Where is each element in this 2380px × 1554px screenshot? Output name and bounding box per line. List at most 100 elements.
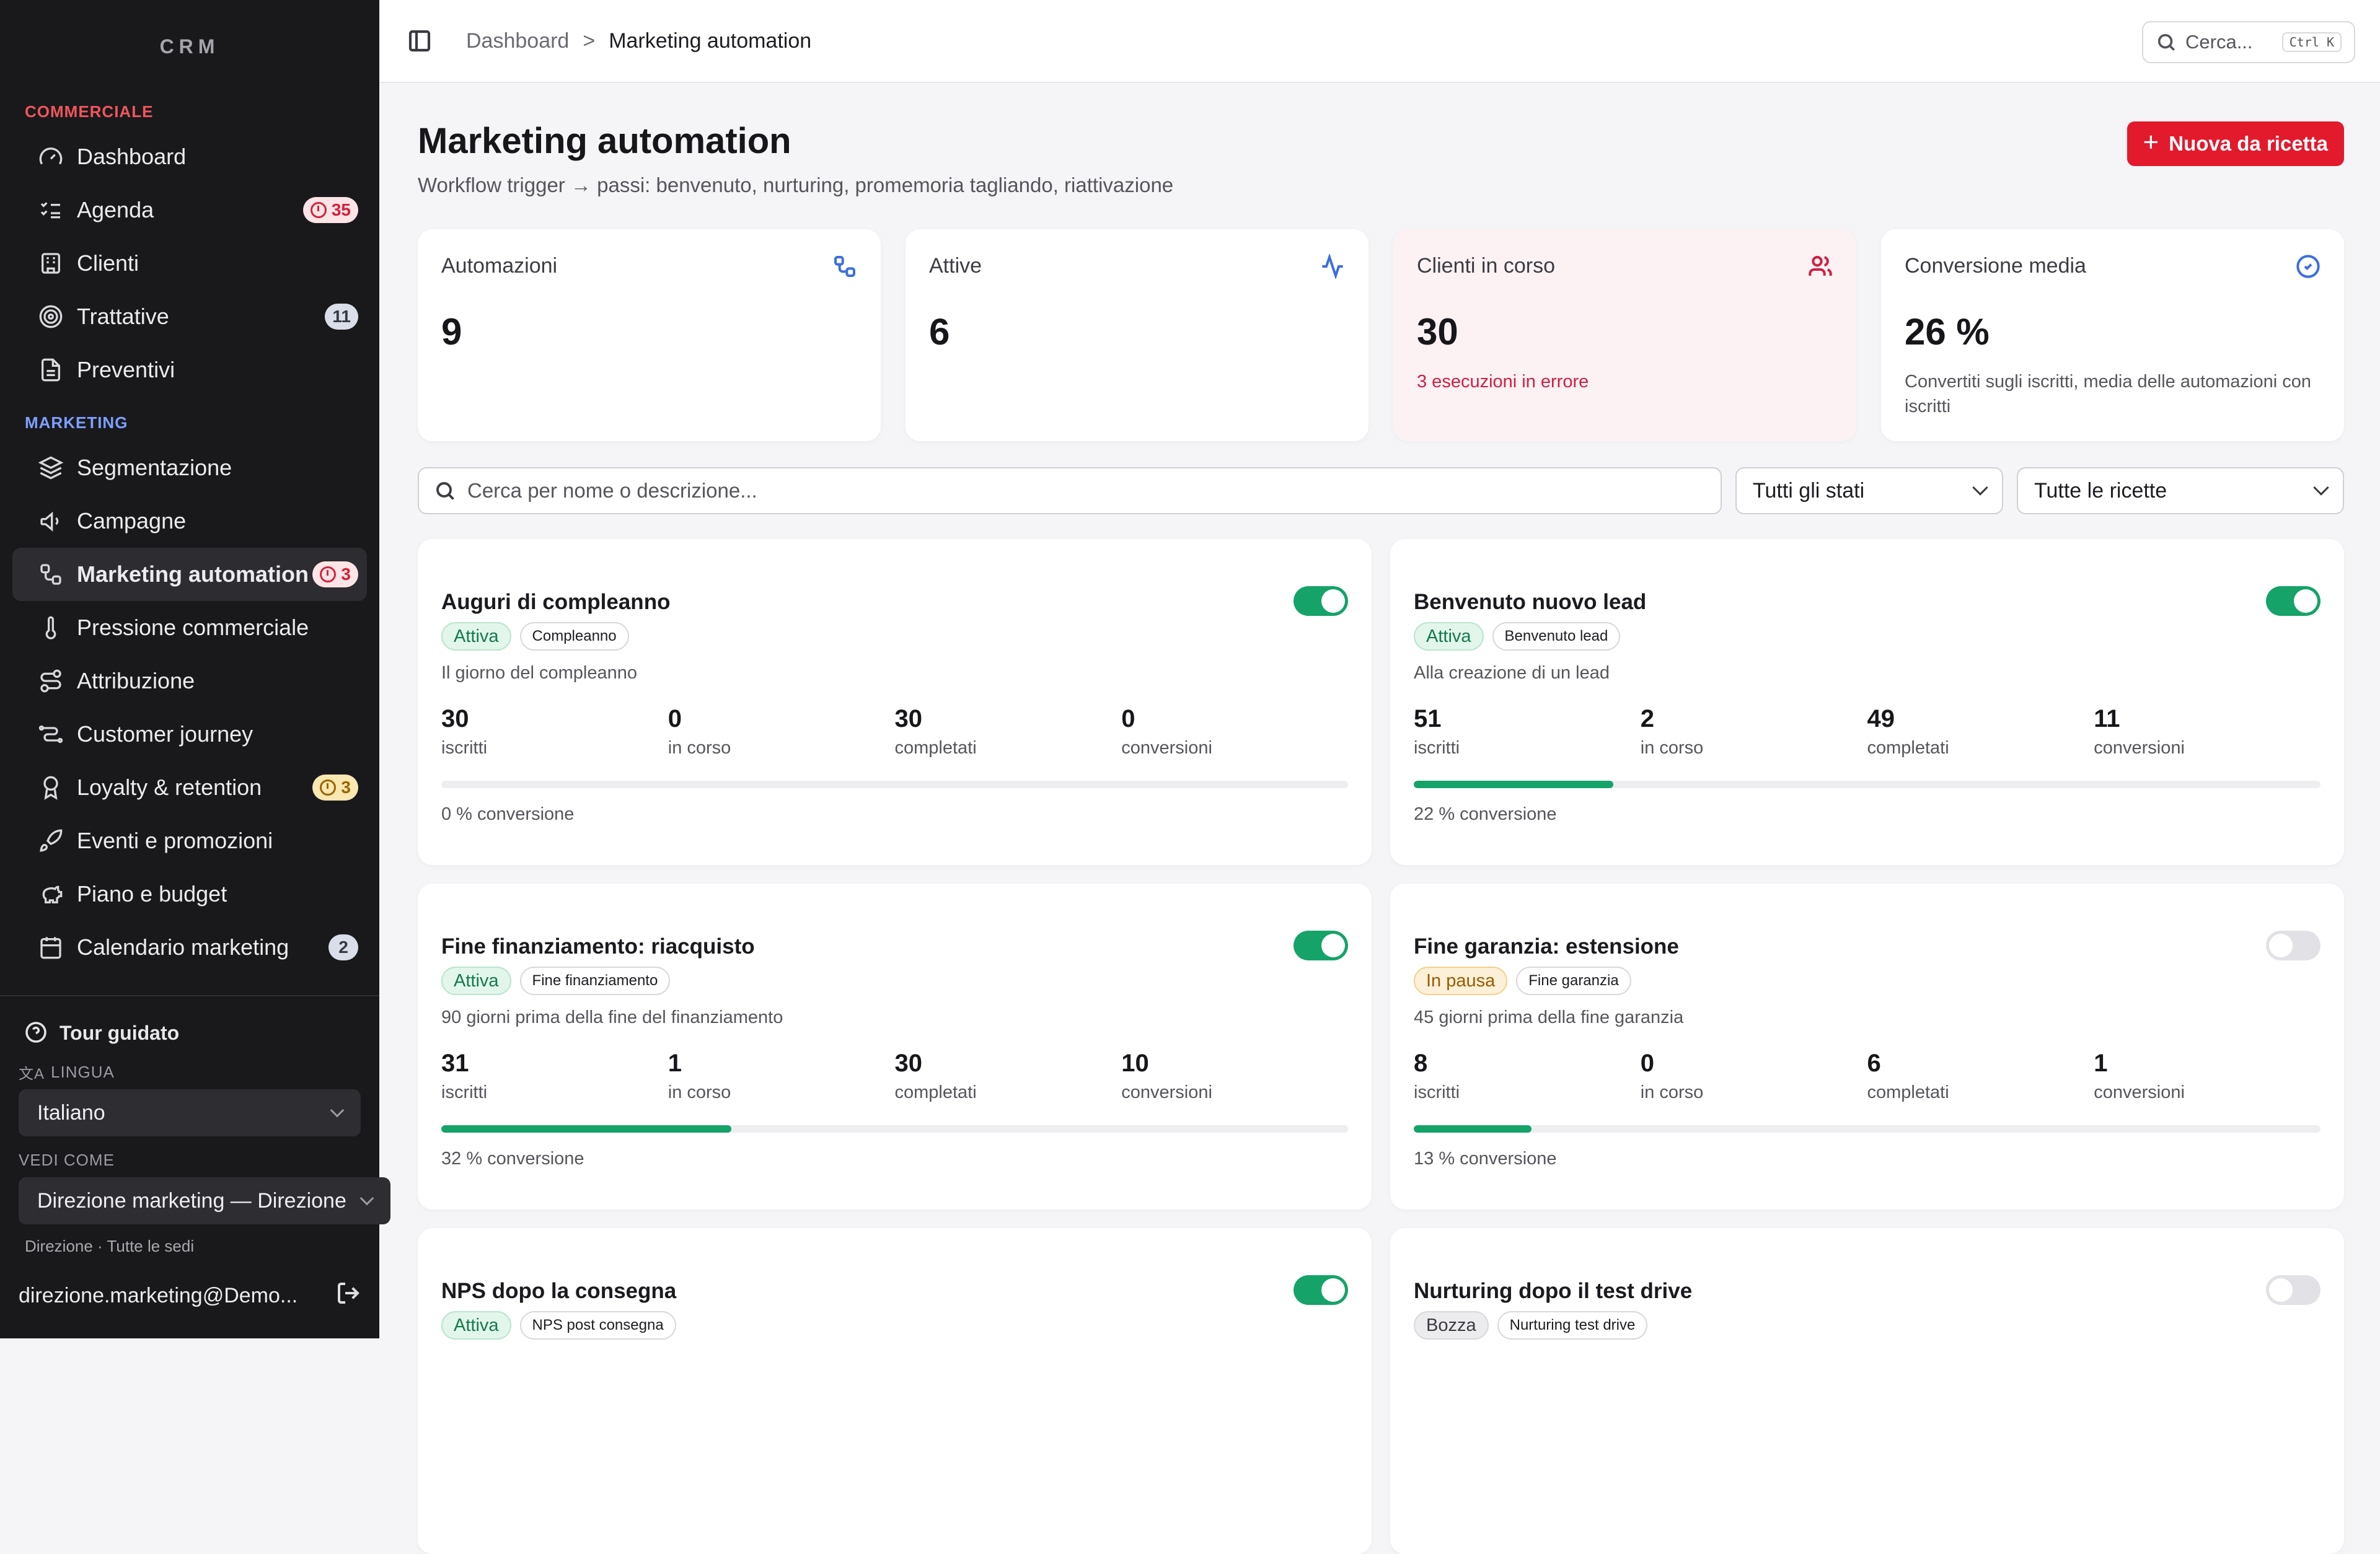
- lingua-label: 文A LINGUA: [0, 1055, 379, 1089]
- metric-value: 30: [895, 705, 1122, 733]
- metric-value: 0: [668, 705, 895, 733]
- view-as-select[interactable]: Direzione marketing — Direzione: [19, 1177, 390, 1224]
- conversion-text: 32 % conversione: [441, 1149, 584, 1169]
- metric-label: conversioni: [2094, 1082, 2320, 1103]
- metric-iscritti: 8 iscritti: [1414, 1050, 1641, 1103]
- automation-enable-toggle[interactable]: [1294, 586, 1348, 616]
- metric-completati: 6completati: [1867, 1050, 2094, 1103]
- metric-value: 49: [1867, 705, 2094, 733]
- recipe-badge: Benvenuto lead: [1492, 622, 1621, 651]
- plus-icon: +: [2143, 127, 2159, 158]
- recipe-filter-value: Tutte le ricette: [2034, 479, 2167, 503]
- automation-trigger: Alla creazione di un lead: [1414, 663, 1610, 683]
- automation-enable-toggle[interactable]: [1294, 1275, 1348, 1305]
- logout-icon[interactable]: [336, 1281, 361, 1311]
- users-icon: [1808, 254, 1833, 279]
- global-search-button[interactable]: Cerca... Ctrl K: [2142, 21, 2355, 63]
- language-select[interactable]: Italiano: [19, 1089, 361, 1136]
- search-icon: [434, 480, 456, 502]
- conversion-text: 13 % conversione: [1414, 1149, 1557, 1169]
- metric-in-corso: 1in corso: [668, 1050, 895, 1103]
- sidebar-item-marketing-automation[interactable]: Marketing automation3: [12, 548, 367, 601]
- sidebar-item-agenda[interactable]: Agenda35: [12, 183, 367, 237]
- automation-card[interactable]: Fine finanziamento: riacquistoAttivaFine…: [418, 884, 1372, 1209]
- conversion-progress-bar: [1414, 1125, 2320, 1133]
- metric-label: in corso: [668, 1082, 895, 1103]
- stat-note: 3 esecuzioni in errore: [1417, 369, 1833, 394]
- metric-conversioni: 1conversioni: [2094, 1050, 2320, 1103]
- scope-info: Direzione · Tutte le sedi: [0, 1224, 379, 1268]
- stat-value: 9: [441, 310, 857, 353]
- metric-conversioni: 11conversioni: [2094, 705, 2320, 758]
- new-from-recipe-button[interactable]: + Nuova da ricetta: [2127, 121, 2344, 166]
- stat-card: Attive6: [906, 229, 1368, 441]
- sidebar-item-pressione-commerciale[interactable]: Pressione commerciale: [12, 601, 367, 654]
- sidebar-item-customer-journey[interactable]: Customer journey: [12, 708, 367, 761]
- automation-enable-toggle[interactable]: [2266, 931, 2320, 960]
- automation-card[interactable]: Fine garanzia: estensioneIn pausaFine ga…: [1390, 884, 2344, 1209]
- language-value: Italiano: [37, 1101, 105, 1125]
- metric-label: iscritti: [441, 1082, 668, 1103]
- route-icon: [37, 667, 64, 695]
- sidebar-item-dashboard[interactable]: Dashboard: [12, 130, 367, 183]
- conversion-progress-fill: [1414, 1125, 1532, 1133]
- recipe-badge: Nurturing test drive: [1497, 1311, 1648, 1340]
- tour-guidato-button[interactable]: Tour guidato: [0, 1011, 379, 1055]
- automation-card[interactable]: Nurturing dopo il test driveBozzaNurturi…: [1390, 1228, 2344, 1554]
- automation-title: Fine garanzia: estensione: [1414, 934, 1679, 959]
- sidebar-item-segmentazione[interactable]: Segmentazione: [12, 441, 367, 494]
- stat-card: Automazioni9: [418, 229, 881, 441]
- sidebar-item-label: Trattative: [77, 304, 169, 330]
- sidebar-item-eventi-e-promozioni[interactable]: Eventi e promozioni: [12, 814, 367, 867]
- sidebar-toggle-button[interactable]: [404, 25, 435, 56]
- recipe-badge: Compleanno: [520, 622, 629, 651]
- metric-label: iscritti: [1414, 1082, 1641, 1103]
- sidebar-item-piano-e-budget[interactable]: Piano e budget: [12, 867, 367, 921]
- sidebar-item-attribuzione[interactable]: Attribuzione: [12, 654, 367, 708]
- automation-enable-toggle[interactable]: [2266, 586, 2320, 616]
- chevron-down-icon: [1972, 480, 1988, 495]
- status-badge: Bozza: [1414, 1311, 1489, 1340]
- automation-metrics: 31iscritti1in corso30completati10convers…: [441, 1050, 1348, 1103]
- metric-value: 2: [1641, 705, 1867, 733]
- breadcrumb-dashboard-link[interactable]: Dashboard: [466, 29, 569, 53]
- sidebar-item-calendario-marketing[interactable]: Calendario marketing2: [12, 921, 367, 974]
- metric-in-corso: 2in corso: [1641, 705, 1867, 758]
- sidebar-item-clienti[interactable]: Clienti: [12, 237, 367, 290]
- automation-enable-toggle[interactable]: [2266, 1275, 2320, 1305]
- metric-completati: 30completati: [895, 705, 1122, 758]
- automation-search-input[interactable]: Cerca per nome o descrizione...: [418, 467, 1722, 514]
- sidebar-item-preventivi[interactable]: Preventivi: [12, 343, 367, 397]
- stat-value: 30: [1417, 310, 1833, 353]
- thermometer-icon: [37, 614, 64, 641]
- automation-card[interactable]: Auguri di compleannoAttivaCompleannoIl g…: [418, 539, 1372, 865]
- conversion-progress-bar: [441, 1125, 1348, 1133]
- global-search-label: Cerca...: [2185, 31, 2253, 53]
- metric-value: 6: [1867, 1050, 2094, 1078]
- status-filter-select[interactable]: Tutti gli stati: [1735, 467, 2003, 514]
- metric-iscritti: 31iscritti: [441, 1050, 668, 1103]
- page-subtitle: Workflow trigger → passi: benvenuto, nur…: [418, 173, 1173, 197]
- automation-trigger: 90 giorni prima della fine del finanziam…: [441, 1007, 783, 1028]
- search-icon: [2156, 32, 2177, 53]
- metric-value: 51: [1414, 705, 1641, 733]
- panel-left-icon: [407, 29, 432, 53]
- automation-title: NPS dopo la consegna: [441, 1279, 676, 1304]
- sidebar-item-label: Clienti: [77, 250, 139, 276]
- sidebar-item-campagne[interactable]: Campagne: [12, 494, 367, 548]
- metric-value: 8: [1414, 1050, 1641, 1078]
- stat-value: 6: [929, 310, 1345, 353]
- page-title: Marketing automation: [418, 120, 791, 162]
- sidebar-item-label: Customer journey: [77, 721, 253, 747]
- metric-value: 0: [1121, 705, 1348, 733]
- automation-card[interactable]: Benvenuto nuovo leadAttivaBenvenuto lead…: [1390, 539, 2344, 865]
- status-badge: In pausa: [1414, 967, 1507, 995]
- automation-card[interactable]: NPS dopo la consegnaAttivaNPS post conse…: [418, 1228, 1372, 1554]
- sidebar-item-label: Pressione commerciale: [77, 615, 309, 641]
- automation-metrics: 51iscritti2in corso49completati11convers…: [1414, 705, 2320, 758]
- sidebar-item-loyalty-retention[interactable]: Loyalty & retention3: [12, 761, 367, 814]
- stat-note: Convertiti sugli iscritti, media delle a…: [1905, 369, 2320, 419]
- automation-enable-toggle[interactable]: [1294, 931, 1348, 960]
- recipe-filter-select[interactable]: Tutte le ricette: [2017, 467, 2344, 514]
- sidebar-item-trattative[interactable]: Trattative11: [12, 290, 367, 343]
